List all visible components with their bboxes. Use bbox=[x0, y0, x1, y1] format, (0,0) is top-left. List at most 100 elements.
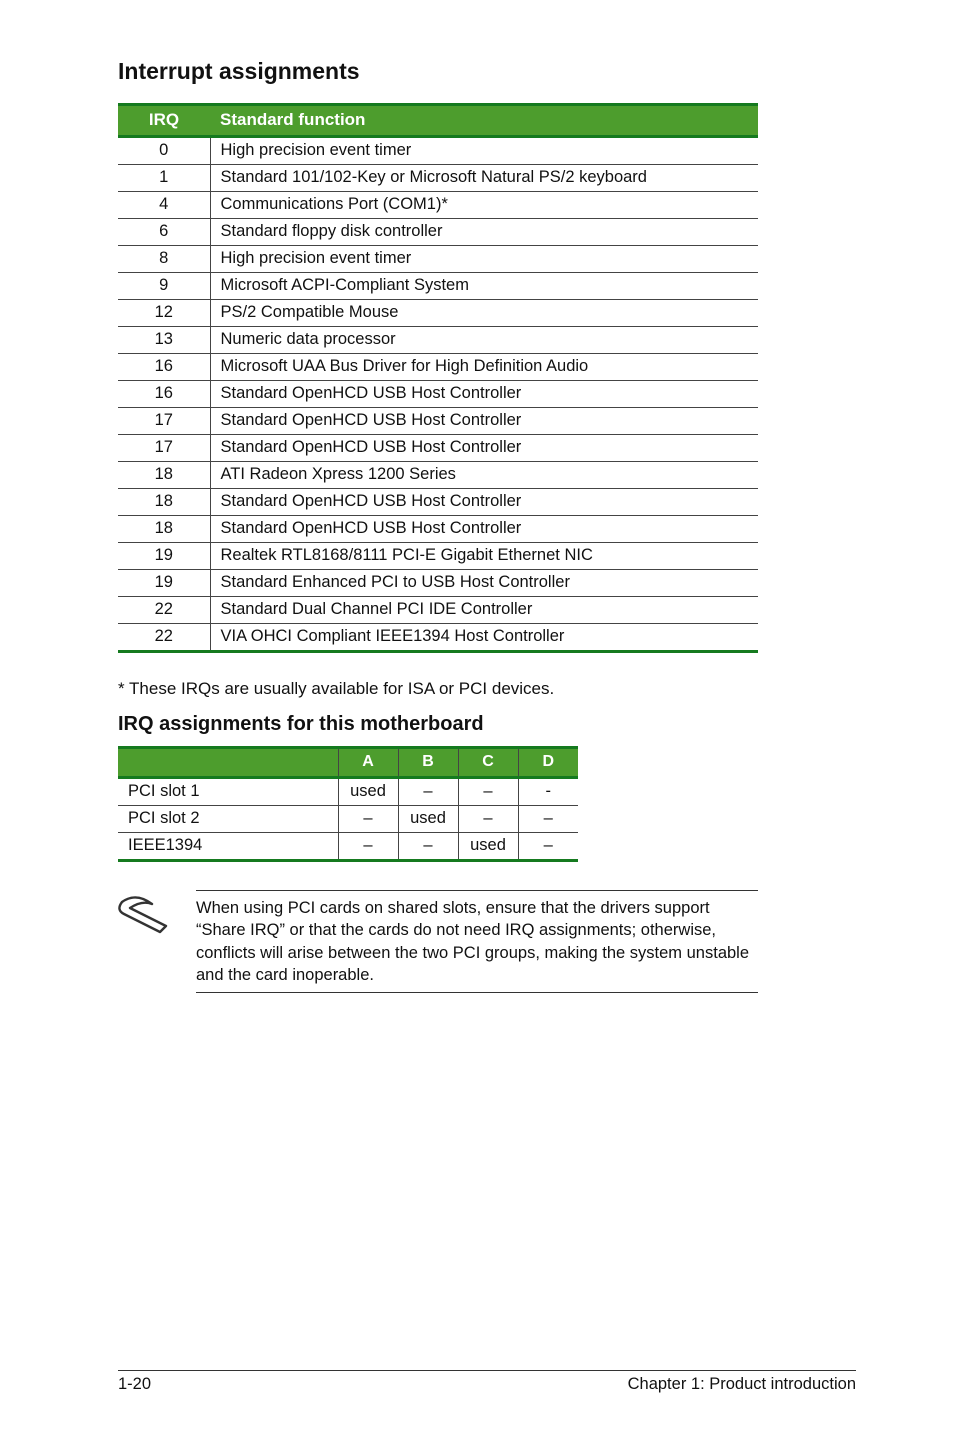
slot-label-cell: PCI slot 2 bbox=[118, 806, 338, 833]
table-row: 17Standard OpenHCD USB Host Controller bbox=[118, 435, 758, 462]
slot-table-head: ABCD bbox=[118, 748, 578, 778]
table-row: 17Standard OpenHCD USB Host Controller bbox=[118, 408, 758, 435]
func-cell: Standard OpenHCD USB Host Controller bbox=[210, 489, 758, 516]
func-cell: Microsoft ACPI-Compliant System bbox=[210, 273, 758, 300]
slot-value-cell: – bbox=[338, 806, 398, 833]
irq-table: IRQ Standard function 0High precision ev… bbox=[118, 103, 758, 653]
func-cell: Numeric data processor bbox=[210, 327, 758, 354]
slot-header-col: A bbox=[338, 748, 398, 778]
slot-label-cell: IEEE1394 bbox=[118, 833, 338, 861]
slot-value-cell: – bbox=[398, 778, 458, 806]
func-cell: Microsoft UAA Bus Driver for High Defini… bbox=[210, 354, 758, 381]
irq-footnote: * These IRQs are usually available for I… bbox=[118, 679, 856, 699]
irq-cell: 9 bbox=[118, 273, 210, 300]
sub-section-title: IRQ assignments for this motherboard bbox=[118, 713, 856, 736]
slot-value-cell: – bbox=[398, 833, 458, 861]
slot-value-cell: – bbox=[338, 833, 398, 861]
irq-cell: 13 bbox=[118, 327, 210, 354]
table-row: 16Standard OpenHCD USB Host Controller bbox=[118, 381, 758, 408]
func-cell: High precision event timer bbox=[210, 246, 758, 273]
table-row: 18ATI Radeon Xpress 1200 Series bbox=[118, 462, 758, 489]
slot-value-cell: – bbox=[458, 778, 518, 806]
func-cell: Standard Enhanced PCI to USB Host Contro… bbox=[210, 570, 758, 597]
page-footer: 1-20 Chapter 1: Product introduction bbox=[118, 1370, 856, 1394]
irq-cell: 4 bbox=[118, 192, 210, 219]
irq-cell: 17 bbox=[118, 435, 210, 462]
irq-cell: 18 bbox=[118, 489, 210, 516]
irq-cell: 1 bbox=[118, 165, 210, 192]
irq-cell: 19 bbox=[118, 570, 210, 597]
slot-value-cell: used bbox=[458, 833, 518, 861]
slot-value-cell: used bbox=[338, 778, 398, 806]
table-row: 19Realtek RTL8168/8111 PCI-E Gigabit Eth… bbox=[118, 543, 758, 570]
page-number: 1-20 bbox=[118, 1375, 151, 1394]
table-row: 22Standard Dual Channel PCI IDE Controll… bbox=[118, 597, 758, 624]
irq-cell: 6 bbox=[118, 219, 210, 246]
func-cell: Standard 101/102-Key or Microsoft Natura… bbox=[210, 165, 758, 192]
irq-header-func: Standard function bbox=[210, 105, 758, 137]
note-icon bbox=[118, 896, 174, 941]
func-cell: Standard floppy disk controller bbox=[210, 219, 758, 246]
table-row: 8High precision event timer bbox=[118, 246, 758, 273]
irq-table-head: IRQ Standard function bbox=[118, 105, 758, 137]
func-cell: High precision event timer bbox=[210, 137, 758, 165]
func-cell: Standard OpenHCD USB Host Controller bbox=[210, 435, 758, 462]
table-row: 13Numeric data processor bbox=[118, 327, 758, 354]
table-row: 22VIA OHCI Compliant IEEE1394 Host Contr… bbox=[118, 624, 758, 652]
irq-cell: 22 bbox=[118, 624, 210, 652]
func-cell: Standard OpenHCD USB Host Controller bbox=[210, 381, 758, 408]
irq-cell: 0 bbox=[118, 137, 210, 165]
slot-value-cell: used bbox=[398, 806, 458, 833]
note-rule-top bbox=[196, 890, 758, 891]
table-row: PCI slot 1used––- bbox=[118, 778, 578, 806]
table-row: PCI slot 2–used–– bbox=[118, 806, 578, 833]
slot-table: ABCD PCI slot 1used––-PCI slot 2–used––I… bbox=[118, 746, 578, 862]
func-cell: PS/2 Compatible Mouse bbox=[210, 300, 758, 327]
func-cell: Standard Dual Channel PCI IDE Controller bbox=[210, 597, 758, 624]
table-row: 19Standard Enhanced PCI to USB Host Cont… bbox=[118, 570, 758, 597]
note-block: When using PCI cards on shared slots, en… bbox=[118, 890, 758, 993]
func-cell: Standard OpenHCD USB Host Controller bbox=[210, 516, 758, 543]
irq-cell: 22 bbox=[118, 597, 210, 624]
irq-cell: 16 bbox=[118, 381, 210, 408]
slot-header-col: B bbox=[398, 748, 458, 778]
slot-header-label bbox=[118, 748, 338, 778]
slot-value-cell: - bbox=[518, 778, 578, 806]
func-cell: Communications Port (COM1)* bbox=[210, 192, 758, 219]
table-row: 18Standard OpenHCD USB Host Controller bbox=[118, 489, 758, 516]
table-row: 9Microsoft ACPI-Compliant System bbox=[118, 273, 758, 300]
irq-header-irq: IRQ bbox=[118, 105, 210, 137]
func-cell: ATI Radeon Xpress 1200 Series bbox=[210, 462, 758, 489]
irq-cell: 16 bbox=[118, 354, 210, 381]
irq-cell: 19 bbox=[118, 543, 210, 570]
note-text: When using PCI cards on shared slots, en… bbox=[196, 897, 758, 986]
irq-cell: 18 bbox=[118, 516, 210, 543]
func-cell: Standard OpenHCD USB Host Controller bbox=[210, 408, 758, 435]
irq-table-body: 0High precision event timer1Standard 101… bbox=[118, 137, 758, 652]
slot-header-col: C bbox=[458, 748, 518, 778]
table-row: 18Standard OpenHCD USB Host Controller bbox=[118, 516, 758, 543]
slot-value-cell: – bbox=[518, 833, 578, 861]
table-row: 6Standard floppy disk controller bbox=[118, 219, 758, 246]
table-row: IEEE1394––used– bbox=[118, 833, 578, 861]
irq-cell: 8 bbox=[118, 246, 210, 273]
chapter-label: Chapter 1: Product introduction bbox=[628, 1375, 856, 1394]
slot-label-cell: PCI slot 1 bbox=[118, 778, 338, 806]
table-row: 0High precision event timer bbox=[118, 137, 758, 165]
irq-cell: 12 bbox=[118, 300, 210, 327]
note-rule-bottom bbox=[196, 992, 758, 993]
func-cell: VIA OHCI Compliant IEEE1394 Host Control… bbox=[210, 624, 758, 652]
table-row: 16Microsoft UAA Bus Driver for High Defi… bbox=[118, 354, 758, 381]
section-title: Interrupt assignments bbox=[118, 58, 856, 85]
irq-cell: 18 bbox=[118, 462, 210, 489]
table-row: 1Standard 101/102-Key or Microsoft Natur… bbox=[118, 165, 758, 192]
slot-header-col: D bbox=[518, 748, 578, 778]
irq-cell: 17 bbox=[118, 408, 210, 435]
func-cell: Realtek RTL8168/8111 PCI-E Gigabit Ether… bbox=[210, 543, 758, 570]
slot-value-cell: – bbox=[458, 806, 518, 833]
slot-value-cell: – bbox=[518, 806, 578, 833]
note-body: When using PCI cards on shared slots, en… bbox=[196, 890, 758, 993]
table-row: 4Communications Port (COM1)* bbox=[118, 192, 758, 219]
slot-table-body: PCI slot 1used––-PCI slot 2–used––IEEE13… bbox=[118, 778, 578, 861]
table-row: 12PS/2 Compatible Mouse bbox=[118, 300, 758, 327]
